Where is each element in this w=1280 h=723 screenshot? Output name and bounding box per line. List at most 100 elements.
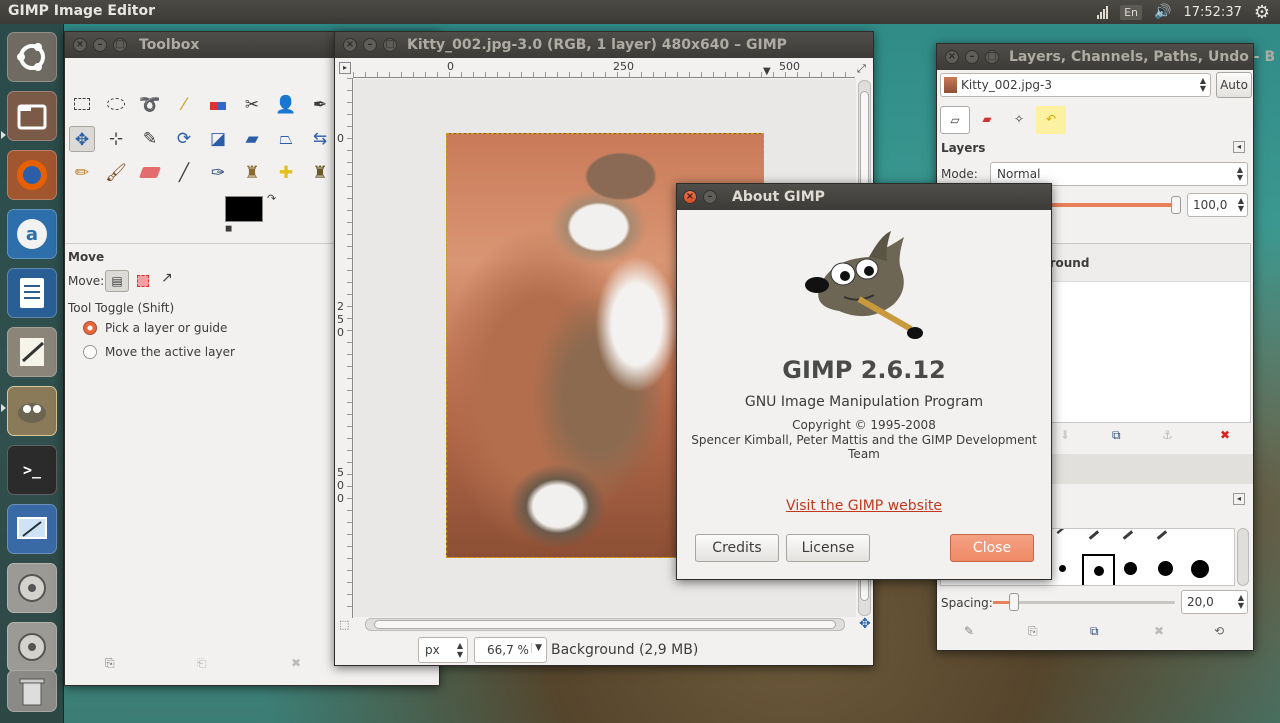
files-icon[interactable] <box>7 91 57 141</box>
settings-gear-icon[interactable]: ⚙ <box>1254 2 1270 23</box>
gimp-icon[interactable] <box>7 386 57 436</box>
maximize-icon[interactable]: □ <box>985 50 999 64</box>
libreoffice-writer-icon[interactable] <box>7 268 57 318</box>
new-brush-icon[interactable]: ⎘ <box>1028 624 1038 639</box>
delete-brush-icon[interactable]: ✖ <box>1154 624 1164 638</box>
spacing-field[interactable]: 20,0 ▲ ▼ <box>1181 590 1248 614</box>
align-tool-icon[interactable]: ⊹ <box>103 126 129 152</box>
opacity-slider-handle[interactable] <box>1171 196 1181 214</box>
tab-paths-icon[interactable]: ✧ <box>1004 106 1034 134</box>
refresh-brushes-icon[interactable]: ⟲ <box>1214 624 1224 638</box>
minimize-icon[interactable]: – <box>965 50 979 64</box>
software-center-icon[interactable]: a <box>7 209 57 259</box>
layers-dock-titlebar[interactable]: × – □ Layers, Channels, Paths, Undo - B <box>937 44 1275 70</box>
volume-icon[interactable]: 🔊 <box>1154 4 1171 20</box>
brush-dot-medium-icon[interactable] <box>1124 562 1137 575</box>
radio-unselected-icon[interactable] <box>83 345 97 359</box>
radio-selected-icon[interactable] <box>83 321 97 335</box>
flip-tool-icon[interactable]: ⇆ <box>307 126 333 152</box>
brush-stroke-icon[interactable]: ━ <box>1053 529 1070 540</box>
text-editor-icon[interactable] <box>7 327 57 377</box>
panel-menu-icon[interactable]: ◂ <box>1233 141 1245 153</box>
default-colors-icon[interactable]: ◼ <box>225 224 232 234</box>
minimize-icon[interactable]: – <box>703 190 717 204</box>
clone-tool-icon[interactable]: ♜ <box>239 160 265 186</box>
firefox-icon[interactable] <box>7 150 57 200</box>
tab-undo-icon[interactable]: ↶ <box>1036 106 1066 134</box>
maximize-icon[interactable]: □ <box>113 38 127 52</box>
paintbrush-tool-icon[interactable]: 🖌 <box>103 160 129 186</box>
ellipse-select-tool-icon[interactable] <box>103 92 129 118</box>
airbrush-tool-icon[interactable]: ╱ <box>171 160 197 186</box>
save-options-icon[interactable]: ⎘ <box>105 656 115 671</box>
delete-layer-icon[interactable]: ✖ <box>1220 428 1230 442</box>
brush-stroke-icon[interactable]: ━ <box>1118 529 1140 547</box>
ink-tool-icon[interactable]: ✑ <box>205 160 231 186</box>
duplicate-layer-icon[interactable]: ⧉ <box>1112 428 1121 443</box>
about-titlebar[interactable]: × – About GIMP <box>677 184 1051 210</box>
eraser-tool-icon[interactable] <box>137 160 163 186</box>
license-button[interactable]: License <box>786 534 870 562</box>
tab-channels-icon[interactable]: ▰ <box>972 106 1002 134</box>
maximize-icon[interactable]: □ <box>383 38 397 52</box>
screenshot-app-icon[interactable] <box>7 504 57 554</box>
pencil-tool-icon[interactable]: ✏ <box>69 160 95 186</box>
image-window-titlebar[interactable]: × – □ Kitty_002.jpg-3.0 (RGB, 1 layer) 480… <box>335 32 873 58</box>
brush-stroke-icon[interactable]: ━ <box>1152 529 1174 547</box>
free-select-tool-icon[interactable]: ➰ <box>137 92 163 118</box>
radio-pick-layer[interactable]: Pick a layer or guide <box>83 321 227 335</box>
disk-icon[interactable] <box>7 563 57 613</box>
auto-button[interactable]: Auto <box>1216 72 1252 98</box>
network-icon[interactable] <box>1097 5 1109 19</box>
trash-icon[interactable] <box>7 670 57 712</box>
swap-colors-icon[interactable]: ↷ <box>267 192 276 205</box>
minimize-icon[interactable]: – <box>363 38 377 52</box>
brush-stroke-icon[interactable]: ━ <box>1084 529 1106 547</box>
close-icon[interactable]: × <box>683 190 697 204</box>
minimize-icon[interactable]: – <box>93 38 107 52</box>
move-path-mode-icon[interactable]: ↗ <box>161 270 173 286</box>
select-by-color-tool-icon[interactable] <box>205 92 231 118</box>
perspective-clone-tool-icon[interactable]: ♜ <box>307 160 333 186</box>
zoom-to-fit-icon[interactable]: ⤢ <box>857 62 866 76</box>
close-icon[interactable]: × <box>343 38 357 52</box>
brush-dot-large-icon[interactable] <box>1158 561 1173 576</box>
lower-layer-icon[interactable]: ⬇ <box>1060 428 1070 442</box>
brush-dot-selected-icon[interactable] <box>1082 554 1115 585</box>
heal-tool-icon[interactable]: ✚ <box>273 160 299 186</box>
close-icon[interactable]: × <box>945 50 959 64</box>
image-selector[interactable]: Kitty_002.jpg-3 ▲ ▼ <box>940 73 1211 97</box>
unit-selector[interactable]: px ▲ ▼ <box>418 637 468 663</box>
keyboard-indicator[interactable]: En <box>1120 4 1143 20</box>
shear-tool-icon[interactable]: ▰ <box>239 126 265 152</box>
perspective-tool-icon[interactable]: ⏢ <box>273 126 299 152</box>
opacity-field[interactable]: 100,0 ▲ ▼ <box>1187 193 1248 217</box>
restore-options-icon[interactable]: ⎗ <box>197 656 207 671</box>
ubuntu-dash-icon[interactable] <box>7 32 57 82</box>
spacing-slider[interactable] <box>993 593 1175 611</box>
horizontal-scrollbar[interactable] <box>365 618 845 631</box>
website-link[interactable]: Visit the GIMP website <box>677 498 1051 514</box>
move-selection-mode-icon[interactable] <box>137 275 149 287</box>
foreground-color-swatch[interactable] <box>225 196 263 222</box>
edit-brush-icon[interactable]: ✎ <box>964 624 974 638</box>
navigate-icon[interactable]: ✥ <box>859 616 871 632</box>
disk-icon-2[interactable] <box>7 622 57 672</box>
brush-dot-small-icon[interactable] <box>1059 565 1066 572</box>
scissors-tool-icon[interactable]: ✂ <box>239 92 265 118</box>
clock[interactable]: 17:52:37 <box>1183 5 1241 20</box>
paths-tool-icon[interactable]: ✒ <box>307 92 333 118</box>
quick-mask-icon[interactable]: ⬚ <box>339 618 349 631</box>
brush-dot-xlarge-icon[interactable] <box>1191 560 1209 578</box>
brushes-scrollbar[interactable] <box>1237 528 1249 586</box>
terminal-icon[interactable]: >_ <box>7 445 57 495</box>
close-button[interactable]: Close <box>950 534 1034 562</box>
anchor-layer-icon[interactable]: ⚓ <box>1162 428 1173 442</box>
foreground-select-tool-icon[interactable]: 👤 <box>273 92 299 118</box>
rotate-tool-icon[interactable]: ⟳ <box>171 126 197 152</box>
crop-tool-icon[interactable]: ✎ <box>137 126 163 152</box>
move-tool-icon[interactable]: ✥ <box>69 126 95 152</box>
move-layer-mode-icon[interactable]: ▤ <box>105 270 129 292</box>
close-icon[interactable]: × <box>73 38 87 52</box>
radio-move-active-layer[interactable]: Move the active layer <box>83 345 235 359</box>
